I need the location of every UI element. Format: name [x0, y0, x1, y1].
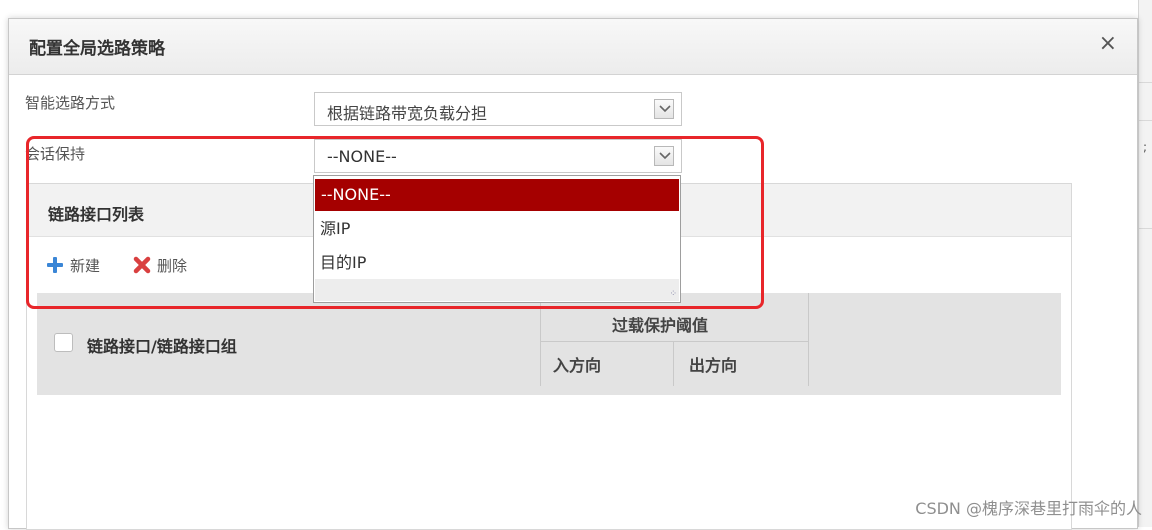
- column-inbound: 入方向: [553, 356, 602, 375]
- background-line: [1139, 228, 1152, 229]
- delete-x-icon: [133, 256, 151, 274]
- dialog-title: 配置全局选路策略: [29, 39, 165, 59]
- new-button[interactable]: 新建: [46, 254, 126, 278]
- watermark: CSDN @槐序深巷里打雨伞的人: [915, 499, 1142, 518]
- routing-mode-label: 智能选路方式: [25, 94, 116, 112]
- column-overload-threshold: 过载保护阈值: [612, 316, 709, 335]
- column-link-interface: 链路接口/链路接口组: [87, 337, 237, 356]
- chevron-down-icon[interactable]: [654, 99, 674, 119]
- group-divider: [540, 341, 808, 342]
- delete-button-label: 删除: [157, 257, 188, 275]
- dropdown-option-source-ip[interactable]: 源IP: [314, 213, 680, 245]
- routing-mode-value: 根据链路带宽负载分担: [327, 104, 488, 123]
- grid-header: 链路接口/链路接口组 过载保护阈值 入方向 出方向: [37, 293, 1061, 395]
- plus-icon: [46, 256, 64, 274]
- background-window-edge: ;: [1138, 0, 1152, 527]
- chevron-down-icon[interactable]: [654, 146, 674, 166]
- background-line: [1139, 120, 1152, 121]
- resize-grip-icon[interactable]: ⁘: [669, 289, 677, 299]
- panel-title: 链路接口列表: [48, 205, 145, 224]
- column-divider: [673, 341, 674, 386]
- dropdown-option-destination-ip[interactable]: 目的IP: [314, 247, 680, 279]
- background-line: [1139, 82, 1152, 83]
- session-persistence-dropdown: --NONE-- 源IP 目的IP ⁘: [313, 175, 681, 303]
- session-persistence-select[interactable]: --NONE--: [314, 139, 682, 173]
- close-icon[interactable]: ×: [1099, 31, 1117, 56]
- background-fragment: ;: [1143, 140, 1148, 154]
- dropdown-option-none[interactable]: --NONE--: [315, 179, 679, 211]
- delete-button[interactable]: 删除: [133, 254, 213, 278]
- new-button-label: 新建: [70, 257, 101, 275]
- column-outbound: 出方向: [689, 356, 738, 375]
- routing-mode-select[interactable]: 根据链路带宽负载分担: [314, 92, 682, 126]
- dropdown-footer: ⁘: [315, 279, 679, 301]
- session-persistence-value: --NONE--: [327, 147, 397, 166]
- column-divider: [540, 293, 541, 386]
- session-persistence-label: 会话保持: [25, 145, 86, 163]
- select-all-checkbox[interactable]: [54, 333, 73, 352]
- column-divider: [808, 293, 809, 386]
- dialog-header: 配置全局选路策略 ×: [9, 19, 1137, 75]
